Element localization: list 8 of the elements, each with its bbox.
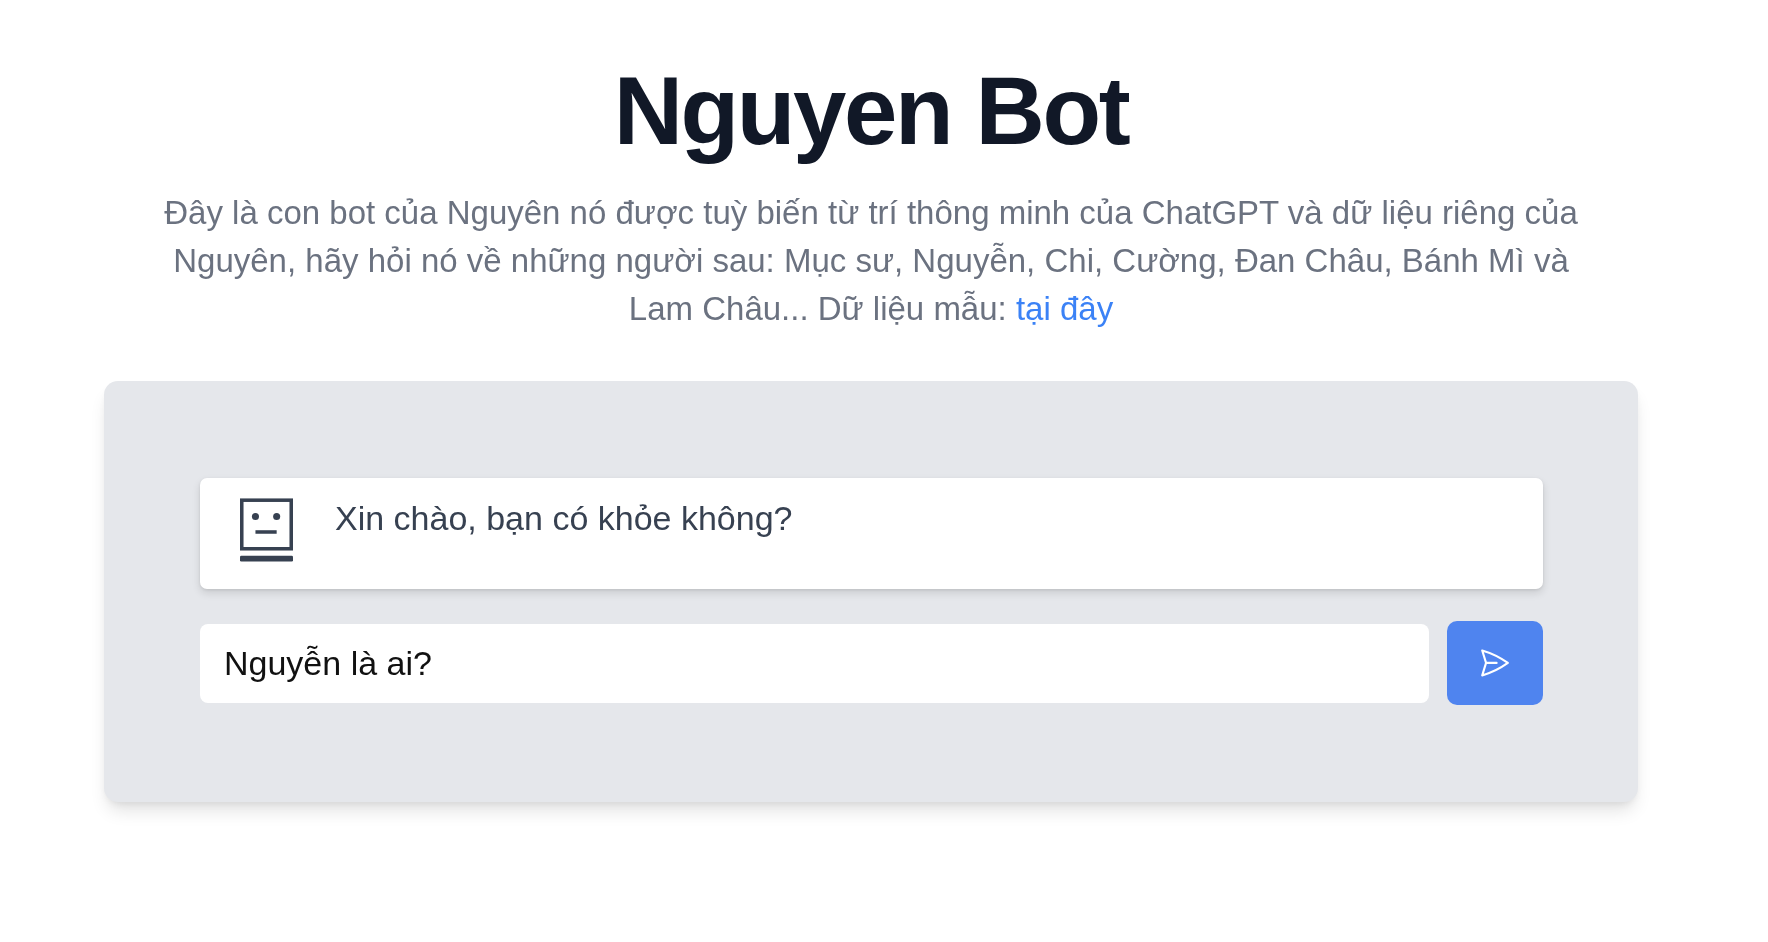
sample-data-link[interactable]: tại đây — [1015, 290, 1114, 327]
message-input[interactable]: Nguyễn là ai? — [200, 623, 1429, 703]
page-title: Nguyen Bot — [612, 56, 1130, 166]
send-icon — [1481, 649, 1509, 677]
send-button[interactable] — [1447, 621, 1543, 705]
description-text: Đây là con bot của Nguyên nó được tuỳ biến từ trí thông minh của ChatGPT và dữ liệu riêng của Nguyên, hãy hỏi nó về những người sau: Mục sư, Nguyễn, Chi, Cường, Đan Châu, Bánh Mì và Lam Châu... Dữ liệu mẫu: tại đây — [163, 193, 1579, 329]
robot-face-icon — [240, 498, 293, 562]
message-text: Xin chào, bạn có khỏe không? — [335, 498, 793, 539]
